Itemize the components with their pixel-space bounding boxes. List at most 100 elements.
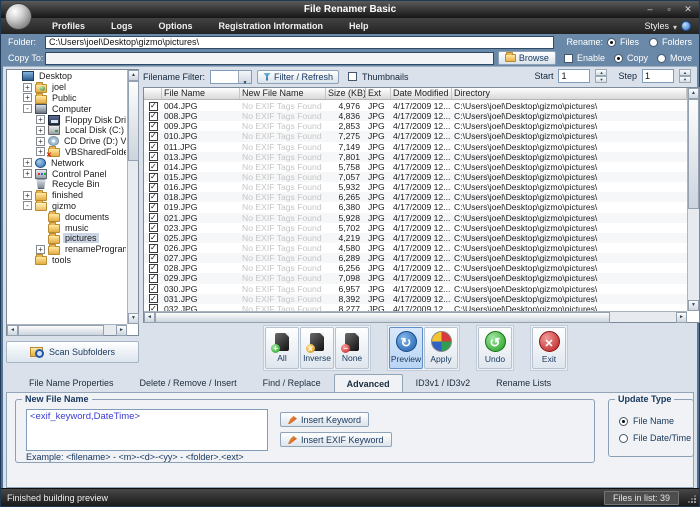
checked-checkbox-icon[interactable]: [149, 142, 158, 151]
thumbnails-checkbox[interactable]: [348, 72, 357, 81]
apply-button[interactable]: Apply: [424, 327, 458, 369]
checked-checkbox-icon[interactable]: [149, 213, 158, 222]
column-header-ext[interactable]: Ext: [366, 88, 391, 99]
tab-id3v1-id3v2[interactable]: ID3v1 / ID3v2: [403, 374, 484, 392]
checked-checkbox-icon[interactable]: [149, 304, 158, 311]
folder-path-input[interactable]: [45, 36, 554, 49]
list-horizontal-scrollbar[interactable]: ◄ ►: [144, 311, 687, 322]
file-row-018-jpg[interactable]: 018.JPGNo EXIF Tags Found6,265JPG4/17/20…: [144, 192, 687, 202]
enable-checkbox[interactable]: [564, 54, 573, 63]
checked-checkbox-icon[interactable]: [149, 112, 158, 121]
checked-checkbox-icon[interactable]: [149, 162, 158, 171]
tab-file-name-properties[interactable]: File Name Properties: [16, 374, 127, 392]
update-file-name-option[interactable]: File Name: [619, 416, 674, 426]
checked-checkbox-icon[interactable]: [149, 284, 158, 293]
file-row-013-jpg[interactable]: 013.JPGNo EXIF Tags Found7,801JPG4/17/20…: [144, 152, 687, 162]
expand-icon[interactable]: +: [23, 93, 32, 102]
resize-grip[interactable]: [688, 495, 696, 503]
tree-item-joel[interactable]: +joel: [8, 82, 126, 93]
checked-checkbox-icon[interactable]: [149, 274, 158, 283]
checked-checkbox-icon[interactable]: [149, 233, 158, 242]
tab-advanced[interactable]: Advanced: [334, 374, 403, 393]
checked-checkbox-icon[interactable]: [149, 223, 158, 232]
column-header-new-file-name[interactable]: New File Name: [240, 88, 326, 99]
menu-item-logs[interactable]: Logs: [98, 18, 146, 34]
step-input[interactable]: [642, 69, 674, 83]
tab-delete-remove-insert[interactable]: Delete / Remove / Insert: [127, 374, 250, 392]
checked-checkbox-icon[interactable]: [149, 203, 158, 212]
step-spinner[interactable]: [679, 69, 691, 83]
tree-item-network[interactable]: +Network: [8, 157, 126, 168]
tree-item-floppy-disk-drive-a[interactable]: +Floppy Disk Drive (A:): [8, 114, 126, 125]
menu-item-options[interactable]: Options: [146, 18, 206, 34]
styles-menu[interactable]: Styles: [644, 17, 699, 35]
checked-checkbox-icon[interactable]: [149, 244, 158, 253]
new-file-name-pattern-input[interactable]: <exif_keyword,DateTime>: [26, 409, 268, 451]
expand-icon[interactable]: +: [36, 147, 45, 156]
checked-checkbox-icon[interactable]: [149, 193, 158, 202]
close-button[interactable]: [683, 2, 693, 16]
column-header-directory[interactable]: Directory: [452, 88, 687, 99]
expand-icon[interactable]: +: [23, 83, 32, 92]
expand-icon[interactable]: +: [36, 126, 45, 135]
checked-checkbox-icon[interactable]: [149, 102, 158, 111]
select-inverse-button[interactable]: Inverse: [300, 327, 334, 369]
undo-button[interactable]: Undo: [478, 327, 512, 369]
scan-subfolders-button[interactable]: Scan Subfolders: [6, 341, 139, 363]
maximize-button[interactable]: [664, 2, 674, 16]
insert-keyword-button[interactable]: Insert Keyword: [280, 412, 369, 427]
filename-filter-combo[interactable]: [210, 70, 252, 84]
file-row-021-jpg[interactable]: 021.JPGNo EXIF Tags Found5,928JPG4/17/20…: [144, 213, 687, 223]
file-row-004-jpg[interactable]: 004.JPGNo EXIF Tags Found4,976JPG4/17/20…: [144, 101, 687, 111]
tab-find-replace[interactable]: Find / Replace: [250, 374, 334, 392]
checked-checkbox-icon[interactable]: [149, 173, 158, 182]
tree-item-local-disk-c[interactable]: +Local Disk (C:): [8, 125, 126, 136]
checked-checkbox-icon[interactable]: [149, 264, 158, 273]
preview-button[interactable]: Preview: [389, 327, 423, 369]
menu-item-help[interactable]: Help: [336, 18, 382, 34]
filter-refresh-button[interactable]: Filter / Refresh: [257, 70, 339, 84]
tree-item-control-panel[interactable]: +Control Panel: [8, 168, 126, 179]
start-input[interactable]: [558, 69, 590, 83]
browse-button[interactable]: Browse: [498, 51, 556, 65]
start-spinner[interactable]: [595, 69, 607, 83]
tree-item-vbsharedfolder-vboxsvr-z[interactable]: +VBSharedFolder (\\vboxsvr) (Z: [8, 147, 126, 158]
tree-vertical-scrollbar[interactable]: ▲ ▼: [127, 70, 138, 324]
copy-radio[interactable]: [614, 54, 623, 63]
minimize-button[interactable]: [645, 2, 655, 16]
checked-checkbox-icon[interactable]: [149, 183, 158, 192]
checked-checkbox-icon[interactable]: [149, 132, 158, 141]
select-none-button[interactable]: None: [335, 327, 369, 369]
tree-item-music[interactable]: music: [8, 222, 126, 233]
expand-icon[interactable]: +: [36, 245, 45, 254]
file-row-009-jpg[interactable]: 009.JPGNo EXIF Tags Found2,853JPG4/17/20…: [144, 121, 687, 131]
file-row-030-jpg[interactable]: 030.JPGNo EXIF Tags Found6,957JPG4/17/20…: [144, 284, 687, 294]
column-header-date-modified[interactable]: Date Modified: [391, 88, 452, 99]
file-row-029-jpg[interactable]: 029.JPGNo EXIF Tags Found7,098JPG4/17/20…: [144, 273, 687, 283]
rename-folders-radio[interactable]: [649, 38, 658, 47]
exit-button[interactable]: Exit: [532, 327, 566, 369]
file-row-015-jpg[interactable]: 015.JPGNo EXIF Tags Found7,057JPG4/17/20…: [144, 172, 687, 182]
checked-checkbox-icon[interactable]: [149, 294, 158, 303]
file-row-032-jpg[interactable]: 032.JPGNo EXIF Tags Found8,277JPG4/17/20…: [144, 304, 687, 311]
column-header-size-kb[interactable]: Size (KB): [326, 88, 366, 99]
collapse-icon[interactable]: -: [23, 201, 32, 210]
checked-checkbox-icon[interactable]: [149, 152, 158, 161]
move-radio[interactable]: [657, 54, 666, 63]
file-datetime-radio[interactable]: [619, 434, 628, 443]
tree-item-computer[interactable]: -Computer: [8, 103, 126, 114]
tree-item-cd-drive-d-virtualbox-guest[interactable]: +CD Drive (D:) VirtualBox Guest: [8, 136, 126, 147]
file-row-025-jpg[interactable]: 025.JPGNo EXIF Tags Found4,219JPG4/17/20…: [144, 233, 687, 243]
rename-files-radio[interactable]: [607, 38, 616, 47]
update-file-datetime-option[interactable]: File Date/Time: [619, 433, 691, 443]
file-name-radio[interactable]: [619, 417, 628, 426]
tree-item-tools[interactable]: tools: [8, 255, 126, 266]
tree-item-documents[interactable]: documents: [8, 211, 126, 222]
file-row-023-jpg[interactable]: 023.JPGNo EXIF Tags Found5,702JPG4/17/20…: [144, 223, 687, 233]
tree-item-pictures[interactable]: pictures: [8, 233, 126, 244]
file-row-011-jpg[interactable]: 011.JPGNo EXIF Tags Found7,149JPG4/17/20…: [144, 142, 687, 152]
file-row-019-jpg[interactable]: 019.JPGNo EXIF Tags Found6,380JPG4/17/20…: [144, 202, 687, 212]
select-all-button[interactable]: All: [265, 327, 299, 369]
expand-icon[interactable]: +: [23, 158, 32, 167]
expand-icon[interactable]: +: [23, 191, 32, 200]
